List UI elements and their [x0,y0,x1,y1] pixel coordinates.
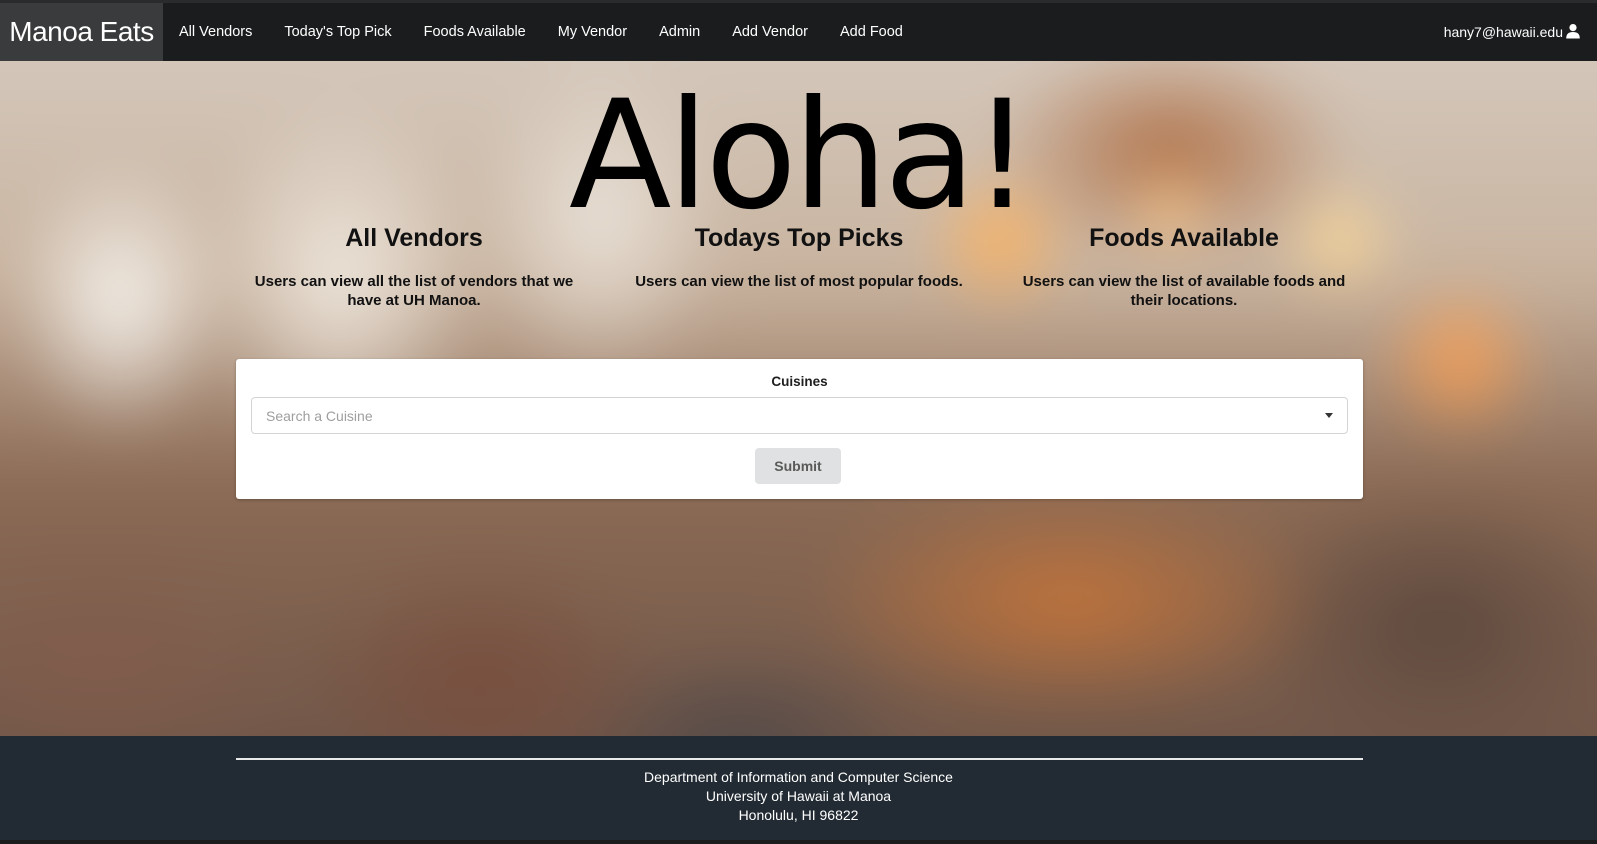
user-email: hany7@hawaii.edu [1443,24,1563,40]
feature-heading: All Vendors [345,224,483,252]
cuisines-label: Cuisines [771,374,828,389]
top-navbar: Manoa Eats All Vendors Today's Top Pick … [0,0,1597,61]
feature-text: Users can view the list of most popular … [635,273,963,290]
feature-heading: Foods Available [1089,224,1279,252]
feature-foods-available: Foods Available Users can view the list … [1012,221,1356,310]
footer-city: Honolulu, HI 96822 [738,807,859,823]
footer-university: University of Hawaii at Manoa [705,788,892,804]
feature-text: Users can view the list of available foo… [1022,273,1346,309]
cuisine-search-card: Cuisines Search a Cuisine Submit [236,359,1363,499]
footer-divider [236,758,1363,760]
footer-department: Department of Information and Computer S… [644,769,953,785]
nav-todays-top-pick[interactable]: Today's Top Pick [268,3,407,61]
brand-logo-link[interactable]: Manoa Eats [0,3,163,61]
nav-my-vendor[interactable]: My Vendor [542,3,643,61]
submit-button[interactable]: Submit [755,448,841,484]
footer: Department of Information and Computer S… [0,736,1597,844]
nav-admin[interactable]: Admin [643,3,716,61]
hero-section: Aloha! All Vendors Users can view all th… [0,61,1597,736]
nav-all-vendors[interactable]: All Vendors [163,3,268,61]
user-menu[interactable]: hany7@hawaii.edu [1444,3,1597,61]
user-icon [1565,23,1581,42]
nav-foods-available[interactable]: Foods Available [408,3,542,61]
nav-add-vendor[interactable]: Add Vendor [716,3,824,61]
feature-heading: Todays Top Picks [694,224,904,252]
feature-text: Users can view all the list of vendors t… [254,273,574,309]
cuisine-search-select[interactable]: Search a Cuisine [251,397,1348,434]
bottom-strip [0,840,1597,844]
cuisine-search-placeholder: Search a Cuisine [266,407,373,424]
footer-address: Department of Information and Computer S… [0,768,1597,825]
feature-todays-top-picks: Todays Top Picks Users can view the list… [630,221,968,291]
chevron-down-icon[interactable] [1325,413,1333,418]
feature-all-vendors: All Vendors Users can view all the list … [236,221,592,310]
nav-add-food[interactable]: Add Food [824,3,919,61]
hero-title: Aloha! [568,69,1032,243]
